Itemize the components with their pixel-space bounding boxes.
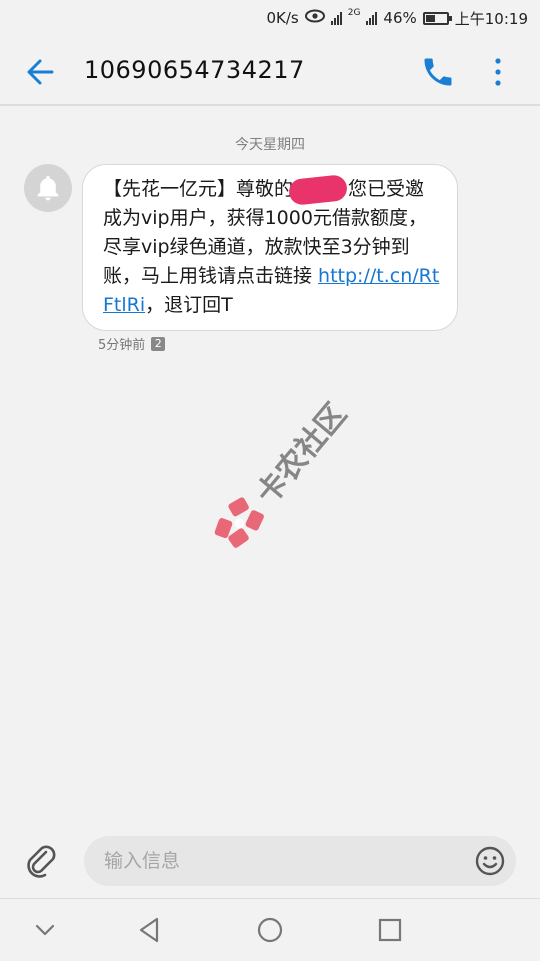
message-composer bbox=[84, 836, 516, 886]
back-triangle-icon[interactable] bbox=[135, 915, 165, 945]
back-arrow-icon[interactable] bbox=[22, 52, 62, 92]
conversation-header: 10690654734217 bbox=[0, 36, 540, 106]
sim-card-badge: 2 bbox=[151, 336, 166, 351]
signal-icon bbox=[330, 11, 342, 25]
phone-icon[interactable] bbox=[420, 54, 456, 90]
date-separator: 今天星期四 bbox=[235, 137, 305, 153]
clock: 上午10:19 bbox=[454, 9, 528, 28]
watermark: 卡农社区 bbox=[152, 347, 421, 613]
contact-number: 10690654734217 bbox=[84, 56, 305, 84]
emoji-icon[interactable] bbox=[474, 845, 506, 877]
more-vert-icon[interactable] bbox=[484, 54, 512, 90]
message-input[interactable] bbox=[102, 849, 446, 873]
message-timestamp: 5分钟前 bbox=[98, 338, 146, 353]
system-nav-bar bbox=[0, 898, 540, 961]
eye-icon bbox=[304, 9, 325, 27]
battery-percent: 46% bbox=[383, 9, 417, 27]
message-text-part3: ，退订回T bbox=[145, 294, 233, 316]
message-meta: 5分钟前 2 bbox=[98, 334, 166, 353]
recents-square-icon[interactable] bbox=[375, 915, 405, 945]
signal-icon-2 bbox=[366, 11, 378, 25]
paperclip-icon[interactable] bbox=[24, 842, 58, 880]
redaction-mark bbox=[287, 173, 349, 206]
status-bar: 0K/s 2G 46% 上午10:19 bbox=[0, 0, 540, 36]
message-text-part1: 【先花一亿元】尊敬的 bbox=[103, 178, 294, 200]
home-circle-icon[interactable] bbox=[255, 915, 285, 945]
sender-avatar[interactable] bbox=[24, 164, 72, 212]
watermark-text: 卡农社区 bbox=[249, 396, 354, 512]
signal-2g-label: 2G bbox=[347, 8, 361, 18]
bell-icon bbox=[37, 176, 59, 201]
message-bubble[interactable]: 【先花一亿元】尊敬的 ，您已受邀成为vip用户，获得1000元借款额度，尽享vip… bbox=[82, 164, 458, 331]
network-speed: 0K/s bbox=[266, 9, 299, 27]
chevron-down-icon[interactable] bbox=[30, 915, 60, 945]
battery-icon bbox=[422, 11, 452, 25]
